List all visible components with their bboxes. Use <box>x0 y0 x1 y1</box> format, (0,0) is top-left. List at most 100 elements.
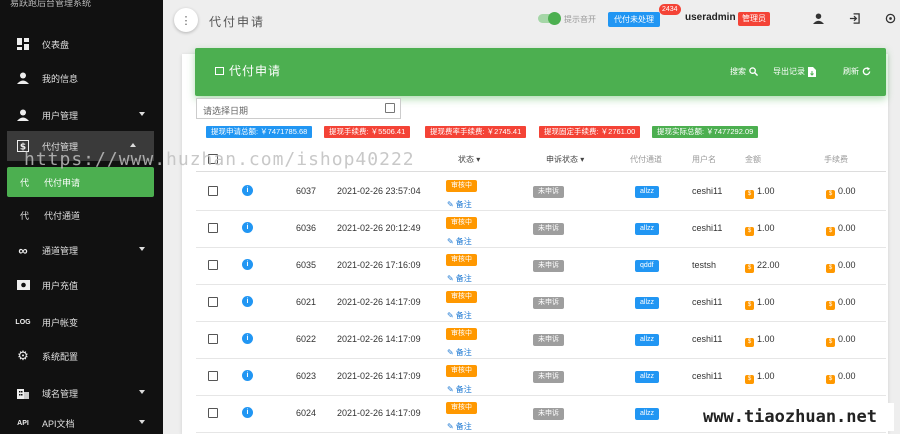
sidebar-item-system-config[interactable]: ⚙ 系统配置 <box>0 341 163 371</box>
card-header: 代付申请 搜索 导出记录 刷新 <box>195 48 886 96</box>
sidebar-item-domain-management[interactable]: 域名管理 <box>0 378 163 408</box>
info-icon[interactable]: i <box>242 407 253 418</box>
column-status[interactable]: 状态 ▾ <box>458 154 480 165</box>
info-icon[interactable]: i <box>242 222 253 233</box>
table-row: i 6022 2021-02-26 14:17:09 审核中 ✎ 备注 未申诉 allzz ce… <box>196 322 886 359</box>
remark-button[interactable]: ✎ 备注 <box>447 384 472 395</box>
pencil-icon: ✎ <box>447 348 454 357</box>
watermark-bottom: www.tiaozhuan.net <box>686 403 894 431</box>
refresh-label: 刷新 <box>843 67 859 76</box>
user-icon <box>16 108 30 122</box>
sidebar-item-label: 域名管理 <box>42 388 79 399</box>
brand-title: 易跃跑后台管理系统 <box>10 0 92 8</box>
sidebar-item-user-account-log[interactable]: LOG 用户帐变 <box>0 307 163 337</box>
row-checkbox[interactable] <box>208 408 218 418</box>
row-checkbox[interactable] <box>208 297 218 307</box>
username: useradmin <box>685 12 736 23</box>
coin-icon: $ <box>826 190 835 199</box>
status-badge[interactable]: 审核中 <box>446 254 477 266</box>
remark-button[interactable]: ✎ 备注 <box>447 273 472 284</box>
row-checkbox[interactable] <box>208 334 218 344</box>
pencil-icon: ✎ <box>447 200 454 209</box>
channel-badge: allzz <box>635 223 660 235</box>
sidebar-item-user-recharge[interactable]: 用户充值 <box>0 270 163 300</box>
status-badge[interactable]: 审核中 <box>446 328 477 340</box>
remark-button[interactable]: ✎ 备注 <box>447 199 472 210</box>
sidebar-item-api-docs[interactable]: API API文档 <box>0 408 163 434</box>
profile-icon[interactable] <box>811 11 825 25</box>
pencil-icon: ✎ <box>447 274 454 283</box>
search-button[interactable]: 搜索 <box>730 66 758 77</box>
row-checkbox[interactable] <box>208 260 218 270</box>
more-menu-button[interactable]: ⋮ <box>174 8 198 32</box>
refresh-button[interactable]: 刷新 <box>843 66 871 77</box>
row-id: 6037 <box>296 186 317 196</box>
info-icon[interactable]: i <box>242 296 253 307</box>
stat-actual-total: 提现实际总额: ￥7477292.09 <box>652 126 759 138</box>
row-amount: $1.00 <box>745 371 775 384</box>
sidebar-item-dashboard[interactable]: 仪表盘 <box>0 29 163 59</box>
sidebar-item-label: 仪表盘 <box>42 39 70 50</box>
settings-icon[interactable] <box>883 11 897 25</box>
file-download-icon <box>808 66 816 77</box>
sidebar-item-payout-request[interactable]: 代 代付申请 <box>7 167 154 197</box>
channel-badge: allzz <box>635 297 660 309</box>
info-icon[interactable]: i <box>242 333 253 344</box>
watermark-top: https://www.huzhan.com/ishop40222 <box>24 149 415 170</box>
dots-vertical-icon: ⋮ <box>180 14 192 27</box>
row-checkbox[interactable] <box>208 223 218 233</box>
page-title: 代付申请 <box>209 15 266 29</box>
infinity-icon: ∞ <box>18 242 28 258</box>
sidebar-item-channel-management[interactable]: ∞ 通道管理 <box>0 235 163 265</box>
pending-payout-button[interactable]: 代付未处理 <box>608 12 660 27</box>
remark-button[interactable]: ✎ 备注 <box>447 347 472 358</box>
appeal-badge: 未申诉 <box>533 371 564 383</box>
row-fee: $0.00 <box>826 223 856 236</box>
sidebar-item-my-info[interactable]: 我的信息 <box>0 63 163 93</box>
toggle-knob <box>548 12 561 25</box>
info-icon[interactable]: i <box>242 185 253 196</box>
stat-fee: 提现手续费: ￥5506.41 <box>324 126 411 138</box>
stat-total-request: 提现申请总额: ￥7471785.68 <box>206 126 313 138</box>
channel-badge: allzz <box>635 408 660 420</box>
table-row: i 6036 2021-02-26 20:12:49 审核中 ✎ 备注 未申诉 allzz ce… <box>196 211 886 248</box>
coin-icon: $ <box>745 338 754 347</box>
row-amount: $1.00 <box>745 297 775 310</box>
info-icon[interactable]: i <box>242 259 253 270</box>
row-time: 2021-02-26 14:17:09 <box>337 334 421 344</box>
sidebar-item-label: 用户管理 <box>42 110 79 121</box>
row-checkbox[interactable] <box>208 186 218 196</box>
coin-icon: $ <box>826 338 835 347</box>
row-time: 2021-02-26 14:17:09 <box>337 297 421 307</box>
row-fee: $0.00 <box>826 186 856 199</box>
card-title: 代付申请 <box>215 62 281 79</box>
sidebar-item-user-management[interactable]: 用户管理 <box>0 100 163 130</box>
logout-icon[interactable] <box>847 11 861 25</box>
gear-icon: ⚙ <box>17 348 29 363</box>
row-checkbox[interactable] <box>208 371 218 381</box>
status-badge[interactable]: 审核中 <box>446 365 477 377</box>
role-badge: 管理员 <box>738 12 770 26</box>
sound-toggle[interactable] <box>538 12 561 25</box>
pencil-icon: ✎ <box>447 385 454 394</box>
row-username: testsh <box>692 260 717 270</box>
status-badge[interactable]: 审核中 <box>446 291 477 303</box>
remark-button[interactable]: ✎ 备注 <box>447 310 472 321</box>
remark-button[interactable]: ✎ 备注 <box>447 236 472 247</box>
chevron-down-icon <box>139 112 145 116</box>
sound-toggle-label: 提示音开 <box>564 15 596 24</box>
status-badge[interactable]: 审核中 <box>446 217 477 229</box>
status-badge[interactable]: 审核中 <box>446 180 477 192</box>
remark-button[interactable]: ✎ 备注 <box>447 421 472 432</box>
row-time: 2021-02-26 14:17:09 <box>337 371 421 381</box>
sidebar-item-payout-channel[interactable]: 代 代付通道 <box>7 200 154 230</box>
status-badge[interactable]: 审核中 <box>446 402 477 414</box>
info-icon[interactable]: i <box>242 370 253 381</box>
column-appeal-status[interactable]: 申诉状态 ▾ <box>546 154 584 165</box>
pencil-icon: ✎ <box>447 422 454 431</box>
export-button[interactable]: 导出记录 <box>773 66 816 77</box>
row-username: ceshi11 <box>692 371 723 381</box>
coin-icon: $ <box>826 301 835 310</box>
row-time: 2021-02-26 14:17:09 <box>337 408 421 418</box>
date-picker-input[interactable]: 请选择日期 <box>196 98 401 119</box>
